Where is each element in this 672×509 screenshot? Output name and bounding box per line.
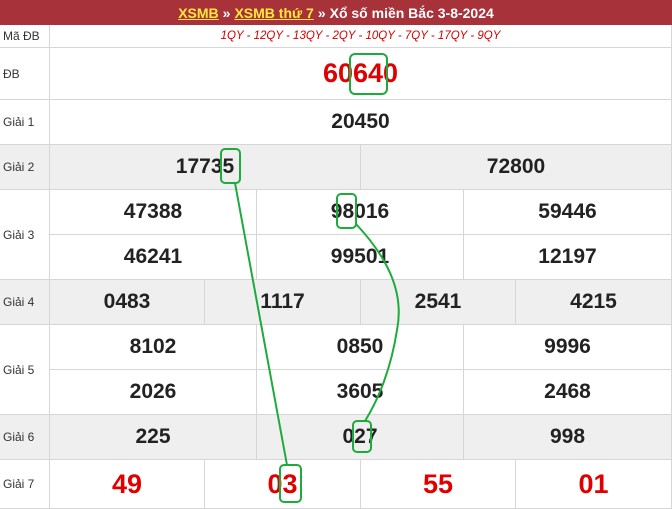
breadcrumb-separator: » bbox=[317, 4, 326, 21]
g7-number: 03 bbox=[205, 460, 361, 509]
ma-db-label: Mã ĐB bbox=[0, 25, 50, 48]
db-label: ĐB bbox=[0, 48, 50, 100]
g7-label: Giải 7 bbox=[0, 460, 50, 509]
g6-number: 225 bbox=[50, 415, 257, 460]
g3-number: 12197 bbox=[464, 235, 672, 280]
g7-number: 01 bbox=[516, 460, 672, 509]
lottery-results-page: XSMB » XSMB thứ 7 » Xổ số miền Bắc 3-8-2… bbox=[0, 0, 672, 509]
g4-number: 4215 bbox=[516, 280, 672, 325]
xsmb-link[interactable]: XSMB bbox=[178, 5, 218, 21]
g5-label: Giải 5 bbox=[0, 325, 50, 415]
g3-number: 46241 bbox=[50, 235, 257, 280]
xsmb-saturday-link[interactable]: XSMB thứ 7 bbox=[234, 5, 313, 21]
breadcrumb-separator: » bbox=[222, 4, 231, 21]
results-table: Mã ĐB 1QY - 12QY - 13QY - 2QY - 10QY - 7… bbox=[0, 25, 672, 509]
g5-number: 8102 bbox=[50, 325, 257, 370]
g3-number: 47388 bbox=[50, 190, 257, 235]
g2-number: 72800 bbox=[361, 145, 672, 190]
g6-number: 998 bbox=[464, 415, 672, 460]
g5-number: 2468 bbox=[464, 370, 672, 415]
g7-number: 49 bbox=[50, 460, 205, 509]
g5-number: 9996 bbox=[464, 325, 672, 370]
g4-number: 1117 bbox=[205, 280, 361, 325]
ma-db-codes: 1QY - 12QY - 13QY - 2QY - 10QY - 7QY - 1… bbox=[50, 25, 672, 48]
header-bar: XSMB » XSMB thứ 7 » Xổ số miền Bắc 3-8-2… bbox=[0, 0, 672, 25]
g2-number: 17735 bbox=[50, 145, 361, 190]
special-prize-number: 60640 bbox=[50, 48, 672, 100]
g4-number: 0483 bbox=[50, 280, 205, 325]
g5-number: 2026 bbox=[50, 370, 257, 415]
g3-number: 59446 bbox=[464, 190, 672, 235]
g3-label: Giải 3 bbox=[0, 190, 50, 280]
g5-number: 3605 bbox=[257, 370, 464, 415]
g5-number: 0850 bbox=[257, 325, 464, 370]
g3-number: 99501 bbox=[257, 235, 464, 280]
g1-number: 20450 bbox=[50, 100, 672, 145]
page-title: Xổ số miền Bắc 3-8-2024 bbox=[329, 4, 494, 21]
g4-number: 2541 bbox=[361, 280, 516, 325]
g2-label: Giải 2 bbox=[0, 145, 50, 190]
g6-label: Giải 6 bbox=[0, 415, 50, 460]
g1-label: Giải 1 bbox=[0, 100, 50, 145]
g3-number: 98016 bbox=[257, 190, 464, 235]
g7-number: 55 bbox=[361, 460, 516, 509]
g4-label: Giải 4 bbox=[0, 280, 50, 325]
g6-number: 027 bbox=[257, 415, 464, 460]
